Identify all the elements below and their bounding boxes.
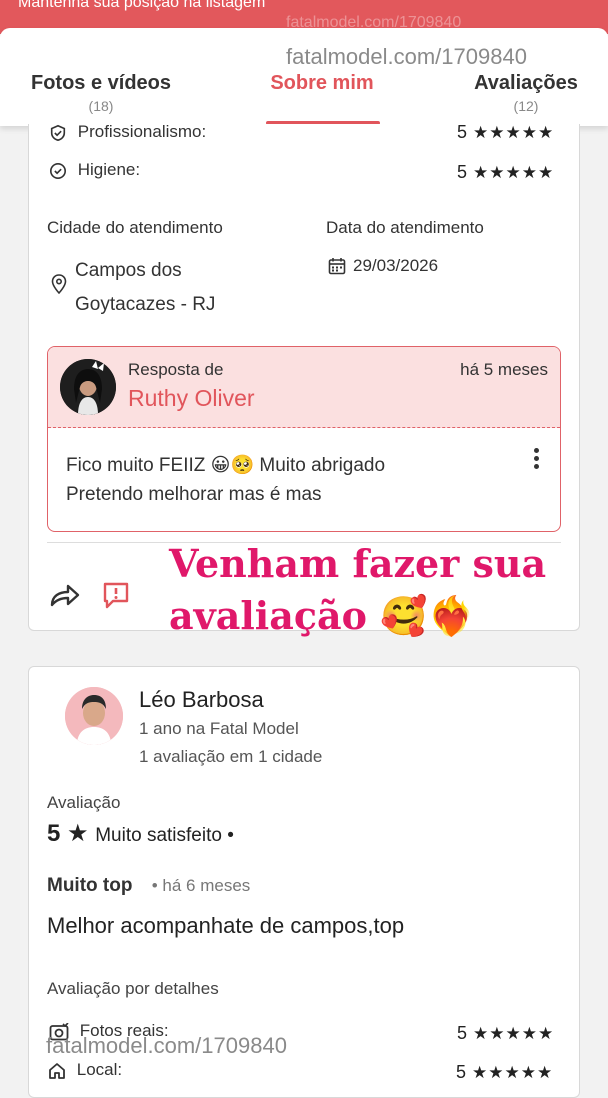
city-line: Campos dos [75,260,182,281]
promo-line: Venham fazer sua [169,541,547,586]
home-icon [49,1062,65,1079]
details-label: Avaliação por detalhes [47,979,219,998]
response-header: Resposta de Ruthy Oliver há 5 meses [48,347,560,428]
response-time: há 5 meses [460,360,548,379]
tab-count: (18) [88,98,114,114]
response-prefix: Resposta de [128,360,224,379]
shield-check-icon [50,124,66,141]
member-since: 1 ano na Fatal Model [139,719,299,738]
detail-row-location: Local: [48,1060,122,1080]
rating-text: Muito satisfeito • [95,825,234,846]
response-line: Fico muito FEIIZ 😀🥺 Muito abrigado [66,455,386,476]
reviewer-name[interactable]: Léo Barbosa [139,687,264,713]
detail-label: Local: [76,1060,123,1079]
promo-line: avaliação 🥰❤️‍🔥 [169,593,475,638]
review-title-row: Muito top • há 6 meses [47,875,250,897]
detail-score: 5 ★★★★★ [457,162,554,183]
tab-label: Sobre mim [270,72,374,94]
tab-label: Avaliações [474,72,578,94]
detail-label: Profissionalismo: [77,122,207,141]
city-value: Campos dos Goytacazes - RJ [75,254,215,322]
avatar [60,359,116,415]
tab-about-me[interactable]: Sobre mim [262,72,382,95]
owner-response: Resposta de Ruthy Oliver há 5 meses Fico… [47,346,561,532]
avatar [65,687,123,745]
detail-row-professionalism: Profissionalismo: [49,122,206,142]
stars-icon: ★★★★★ [473,123,555,142]
calendar-icon [328,258,346,275]
detail-score: 5 ★★★★★ [457,122,554,143]
rating-label: Avaliação [47,793,121,812]
tab-label: Fotos e vídeos [30,72,172,94]
stars-icon: ★★★★★ [472,1063,554,1082]
review-body: Melhor acompanhate de campos,top [47,913,405,938]
review-time: • há 6 meses [151,876,251,895]
city-line: Goytacazes - RJ [75,294,216,315]
response-text: Fico muito FEIIZ 😀🥺 Muito abrigado Prete… [66,451,385,509]
rating-value: 5 [47,820,61,847]
review-title: Muito top [47,875,133,896]
score-value: 5 [457,1023,468,1043]
promo-overlay-text: Venham fazer sua avaliação 🥰❤️‍🔥 [169,538,546,642]
date-label: Data do atendimento [326,218,484,237]
review-card: Profissionalismo: 5 ★★★★★ Higiene: 5 ★★★★★… [28,122,580,638]
tab-reviews[interactable]: Avaliações (12) [468,72,584,114]
location-pin-icon [51,274,67,294]
stars-icon: ★★★★★ [473,163,555,182]
report-icon[interactable] [101,580,131,610]
city-label: Cidade do atendimento [47,218,223,237]
stars-icon: ★★★★★ [473,1024,555,1043]
score-value: 5 [457,122,468,142]
star-icon: ★ [67,820,89,847]
tab-count: (12) [513,98,539,114]
rating-summary: 5 ★ Muito satisfeito • [47,819,234,848]
response-line: Pretendo melhorar mas é mas [66,484,322,505]
more-options-icon[interactable] [534,445,540,472]
response-author-name[interactable]: Ruthy Oliver [128,385,255,412]
detail-score: 5 ★★★★★ [457,1023,554,1044]
share-icon[interactable] [49,582,81,608]
detail-label: Higiene: [77,160,141,179]
reviews-count: 1 avaliação em 1 cidade [139,747,323,766]
tab-photos-videos[interactable]: Fotos e vídeos (18) [28,72,174,114]
banner-text: Mantenha sua posição na listagem [18,0,266,11]
watermark-top: fatalmodel.com/1709840 [286,44,527,69]
score-value: 5 [456,1062,467,1082]
check-circle-icon [49,162,67,179]
watermark-bottom: fatalmodel.com/1709840 [46,1033,287,1058]
score-value: 5 [457,162,468,182]
detail-row-hygiene: Higiene: [49,160,140,180]
date-value: 29/03/2026 [353,256,439,275]
